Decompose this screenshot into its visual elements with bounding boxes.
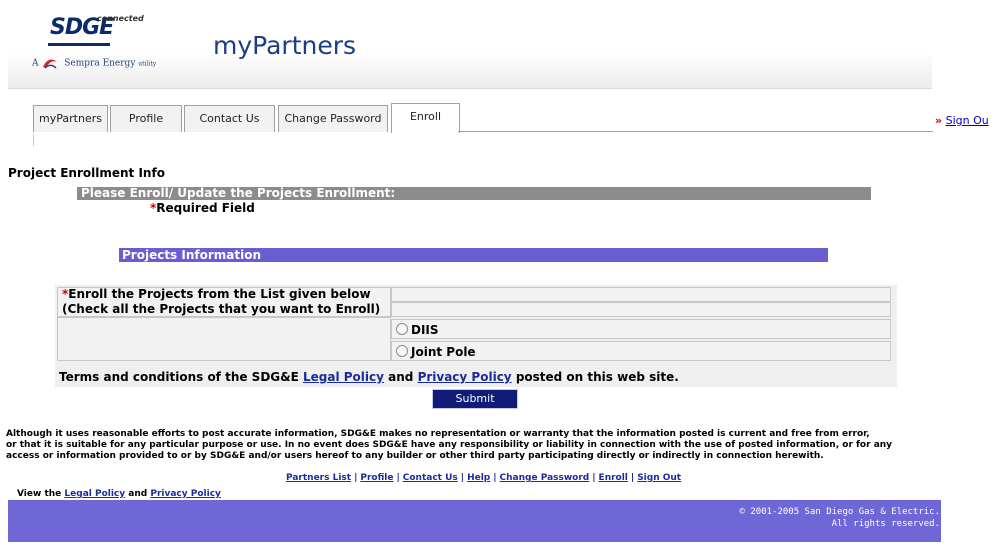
footer-link-enroll[interactable]: Enroll: [599, 473, 628, 483]
footer-legal-policy-link[interactable]: Legal Policy: [64, 489, 125, 499]
required-field-note: *Required Field: [150, 201, 255, 215]
footer-sep: |: [354, 473, 358, 483]
project-option-joint-pole[interactable]: Joint Pole: [396, 345, 476, 359]
site-header: [8, 8, 932, 89]
footer-link-partners-list[interactable]: Partners List: [286, 473, 351, 483]
required-label: Required Field: [156, 201, 255, 215]
enroll-projects-label: *Enroll the Projects from the List given…: [62, 287, 380, 317]
footer-sep: |: [630, 473, 635, 483]
sempra-logo: A Sempra Energy utility: [32, 56, 156, 70]
logo-underline: [48, 43, 110, 46]
footer-sep: |: [460, 473, 465, 483]
logo-connected-text: connected: [97, 14, 144, 23]
sign-out-link[interactable]: » Sign Ou: [935, 114, 989, 127]
option-cell-diis: [391, 319, 891, 339]
submit-button[interactable]: Submit: [432, 389, 518, 409]
disclaimer-line2: or that it is suitable for any particula…: [6, 440, 893, 450]
footer-sep: |: [592, 473, 596, 483]
tab-mypartners[interactable]: myPartners: [33, 105, 108, 132]
footer-sep: |: [493, 473, 497, 483]
footer-link-profile[interactable]: Profile: [360, 473, 393, 483]
disclaimer-line3: access or information provided to or by …: [6, 451, 824, 461]
app-title: myPartners: [213, 31, 357, 60]
legal-policy-link[interactable]: Legal Policy: [303, 370, 384, 384]
header-right-cell: [391, 287, 891, 302]
terms-and: and: [388, 370, 414, 384]
view-policy-note: View the Legal Policy and Privacy Policy: [17, 489, 221, 499]
sempra-prefix: A: [32, 58, 39, 69]
tab-change-password[interactable]: Change Password: [278, 105, 388, 132]
footer-link-sign-out[interactable]: Sign Out: [637, 473, 681, 483]
tab-enroll[interactable]: Enroll: [391, 103, 460, 133]
view-and: and: [128, 489, 148, 499]
options-left-cell: [57, 317, 391, 361]
diis-label[interactable]: DIIS: [411, 323, 439, 337]
diis-radio[interactable]: [396, 323, 408, 335]
footer-nav: Partners List | Profile | Contact Us | Help | Ch…: [286, 473, 681, 483]
chevron-right-icon: »: [935, 114, 943, 127]
footer-link-change-password[interactable]: Change Password: [500, 473, 590, 483]
tab-divider: [33, 134, 34, 146]
view-prefix: View the: [17, 489, 62, 499]
copyright: © 2001-2005 San Diego Gas & Electric. Al…: [740, 506, 940, 530]
terms-prefix: Terms and conditions of the SDG&E: [59, 370, 299, 384]
copyright-line2: All rights reserved.: [831, 519, 940, 529]
copyright-line1: © 2001-2005 San Diego Gas & Electric.: [739, 507, 940, 517]
project-option-diis[interactable]: DIIS: [396, 323, 439, 337]
projects-info-bar: Projects Information: [119, 248, 828, 262]
sempra-suffix: utility: [138, 60, 157, 68]
sempra-name: Sempra Energy: [64, 58, 136, 69]
joint-pole-label[interactable]: Joint Pole: [411, 345, 476, 359]
disclaimer-text: Although it uses reasonable efforts to p…: [6, 429, 951, 462]
footer-link-help[interactable]: Help: [467, 473, 490, 483]
terms-suffix: posted on this web site.: [515, 370, 679, 384]
tab-contact-us[interactable]: Contact Us: [184, 105, 275, 132]
disclaimer-line1: Although it uses reasonable efforts to p…: [6, 429, 870, 439]
enroll-header-bar: Please Enroll/ Update the Projects Enrol…: [77, 187, 871, 200]
terms-conditions: Terms and conditions of the SDG&E Legal …: [59, 370, 679, 384]
header-right-cell-2: [391, 302, 891, 317]
page-title: Project Enrollment Info: [8, 166, 165, 180]
tab-baseline: [458, 131, 933, 132]
privacy-policy-link[interactable]: Privacy Policy: [418, 370, 512, 384]
footer-sep: |: [396, 473, 400, 483]
enroll-line1: Enroll the Projects from the List given …: [68, 287, 371, 301]
footer-privacy-policy-link[interactable]: Privacy Policy: [150, 489, 221, 499]
sempra-flame-icon: [41, 56, 59, 70]
footer-link-contact-us[interactable]: Contact Us: [403, 473, 458, 483]
sign-out-label[interactable]: Sign Ou: [946, 114, 989, 127]
enroll-line2: (Check all the Projects that you want to…: [62, 302, 381, 316]
tab-profile[interactable]: Profile: [110, 105, 182, 132]
joint-pole-radio[interactable]: [396, 345, 408, 357]
